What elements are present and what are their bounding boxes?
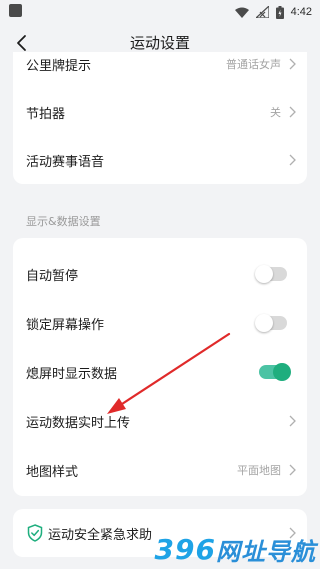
row-metronome[interactable]: 节拍器 关 <box>13 88 307 136</box>
status-bar: 4:42 <box>0 0 320 24</box>
chevron-right-icon <box>289 464 296 476</box>
chevron-right-icon <box>289 58 296 70</box>
row-label: 自动暂停 <box>26 268 79 284</box>
row-event-voice[interactable]: 活动赛事语音 <box>13 136 307 184</box>
row-value: 普通话女声 <box>226 58 281 71</box>
row-lock-screen: 锁定屏幕操作 <box>13 299 307 347</box>
section-header: 显示&数据设置 <box>26 215 101 228</box>
site-watermark: 396 网址导航 <box>155 532 316 566</box>
toggle-knob <box>273 363 291 381</box>
row-label: 公里牌提示 <box>26 58 92 74</box>
row-value: 关 <box>270 106 281 119</box>
row-label: 节拍器 <box>26 106 66 122</box>
chevron-right-icon <box>289 415 296 427</box>
row-label: 锁定屏幕操作 <box>26 317 105 333</box>
toggle-knob <box>255 314 273 332</box>
row-label: 运动安全紧急求助 <box>48 527 153 543</box>
row-value: 平面地图 <box>237 464 281 477</box>
chevron-right-icon <box>289 106 296 118</box>
page-title: 运动设置 <box>129 34 190 52</box>
row-label: 熄屏时显示数据 <box>26 366 118 382</box>
watermark-text: 网址导航 <box>216 537 316 566</box>
lock-screen-toggle[interactable] <box>255 314 287 332</box>
wifi-icon <box>234 7 249 18</box>
chevron-right-icon <box>289 154 296 166</box>
row-label: 地图样式 <box>26 464 79 480</box>
watermark-number: 396 <box>154 532 216 566</box>
row-label: 活动赛事语音 <box>26 154 105 170</box>
notification-icon <box>9 4 22 17</box>
toggle-knob <box>255 265 273 283</box>
shield-check-icon <box>27 524 43 542</box>
row-realtime-upload[interactable]: 运动数据实时上传 <box>13 397 307 445</box>
display-settings-card: 自动暂停 锁定屏幕操作 熄屏时显示数据 运动数据实时上传 地图样式 平面地图 <box>13 238 307 496</box>
status-icons: 4:42 <box>234 3 312 21</box>
status-time: 4:42 <box>290 6 312 18</box>
row-screen-off-data: 熄屏时显示数据 <box>13 348 307 396</box>
row-distance-prompt[interactable]: 公里牌提示 普通话女声 <box>13 52 307 88</box>
row-label: 运动数据实时上传 <box>26 415 131 431</box>
row-map-style[interactable]: 地图样式 平面地图 <box>13 446 307 494</box>
auto-pause-toggle[interactable] <box>255 265 287 283</box>
screen-off-data-toggle[interactable] <box>259 363 291 381</box>
signal-icon <box>255 6 269 18</box>
battery-icon <box>275 5 284 19</box>
voice-settings-card: 公里牌提示 普通话女声 节拍器 关 活动赛事语音 <box>13 52 307 184</box>
row-auto-pause: 自动暂停 <box>13 250 307 298</box>
